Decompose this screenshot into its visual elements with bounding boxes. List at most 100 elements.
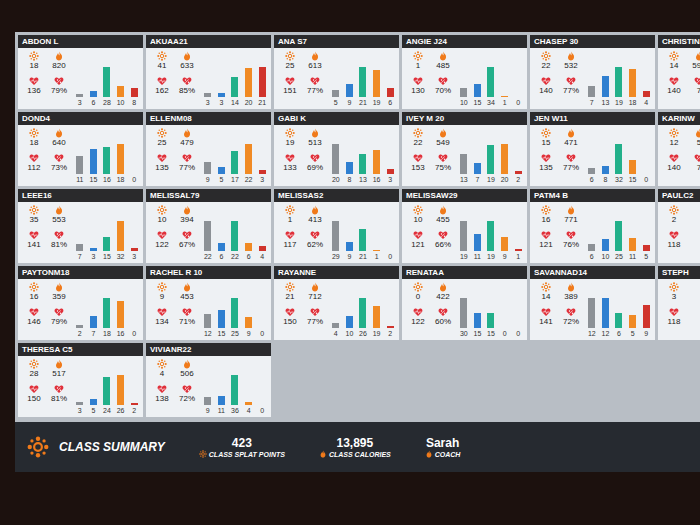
splat-points-value: 10 [414, 215, 423, 225]
zone-minutes: 21 [357, 98, 369, 107]
zone-bars [74, 142, 140, 174]
zone-minutes: 16 [371, 175, 383, 184]
zone-track [256, 142, 268, 174]
heart-percent-icon [54, 230, 64, 240]
splat-icon [285, 51, 295, 61]
zone-bar [615, 313, 622, 328]
card-body: 1951313369%20813163 [274, 125, 399, 186]
splat-icon [285, 205, 295, 215]
zone-chart: 10153410 [458, 51, 524, 107]
zone-bar [629, 69, 636, 97]
heart-rate-stat: 130 [406, 76, 430, 100]
orangetheory-logo-icon [27, 436, 49, 458]
heart-percent-icon [182, 230, 192, 240]
zone-track [371, 65, 383, 97]
zone-track [115, 219, 127, 251]
splat-icon [541, 282, 551, 292]
zone-track [600, 219, 612, 251]
calories-stat: 513 [303, 128, 327, 152]
zone-track [229, 296, 241, 328]
zone-labels: 111516180 [74, 175, 140, 184]
zone-track [74, 373, 86, 405]
class-splat-points: 423CLASS SPLAT POINTS [199, 436, 285, 458]
splat-points-value: 9 [160, 292, 164, 302]
stats: 3555314181% [22, 205, 71, 261]
member-name: PATM4 B [530, 189, 655, 202]
card-body: 2254915375%13719202 [402, 125, 527, 186]
zone-minutes: 0 [128, 175, 140, 184]
member-card: PATM4 B1677112176%61025115 [530, 189, 655, 263]
zone-track [115, 65, 127, 97]
heart-percent-icon [566, 230, 576, 240]
summary-title-text: CLASS SUMMARY [59, 440, 165, 454]
calories-stat: 359 [47, 282, 71, 306]
stats: 945313471% [150, 282, 199, 338]
zone-minutes: 0 [499, 329, 511, 338]
max-hr-percent-value: 7 [697, 163, 700, 173]
max-hr-percent-value: 81% [51, 240, 67, 250]
card-body: 4163316285%33142021 [146, 48, 271, 109]
heart-rate-value: 121 [539, 240, 552, 250]
stats: 1951313369% [278, 128, 327, 184]
zone-labels: 1212659 [586, 329, 652, 338]
member-card: ABDON L1882013679%3628108 [18, 35, 143, 109]
heart-rate-icon [669, 307, 679, 317]
zone-labels: 61025115 [586, 252, 652, 261]
heart-percent-icon [182, 384, 192, 394]
zone-track [115, 373, 127, 405]
zone-bar [231, 221, 238, 251]
splat-icon [29, 359, 39, 369]
splat-points-value: 35 [30, 215, 39, 225]
splat-points-stat: 16 [22, 282, 46, 306]
zone-minutes: 10 [344, 329, 356, 338]
zone-minutes: 12 [202, 329, 214, 338]
splat-icon [669, 128, 679, 138]
heart-rate-icon [413, 76, 423, 86]
zone-bar [90, 91, 97, 97]
splat-points-stat: 2 [662, 205, 686, 229]
class-splat-points-label: CLASS SPLAT POINTS [199, 450, 285, 458]
zone-bar [117, 301, 124, 328]
zone-minutes: 9 [499, 252, 511, 261]
flame-icon [694, 51, 700, 61]
zone-track [256, 65, 268, 97]
splat-icon [199, 450, 207, 458]
splat-points-stat: 4 [150, 359, 174, 383]
zone-track [499, 65, 511, 97]
zone-chart: 1212659 [586, 282, 652, 338]
zone-bar [218, 93, 225, 97]
flame-icon [310, 128, 320, 138]
splat-icon [669, 51, 679, 61]
zone-bar [373, 70, 380, 97]
splat-icon [29, 128, 39, 138]
zone-track [243, 142, 255, 174]
max-hr-percent-stat: 72% [175, 384, 199, 408]
calories-value: 5 [697, 138, 700, 148]
zone-minutes: 20 [330, 175, 342, 184]
flame-icon [54, 51, 64, 61]
zone-track [229, 65, 241, 97]
zone-track [640, 142, 652, 174]
zone-track [115, 296, 127, 328]
zone-bar [76, 156, 83, 174]
zone-minutes: 20 [243, 98, 255, 107]
splat-icon [413, 282, 423, 292]
zone-bar [231, 298, 238, 328]
max-hr-percent-value: 69% [307, 163, 323, 173]
splat-points-value: 2 [672, 215, 676, 225]
member-name: RACHEL R 10 [146, 266, 271, 279]
member-card: IVEY M 202254915375%13719202 [402, 112, 527, 186]
zone-labels: 2718160 [74, 329, 140, 338]
zone-track [74, 296, 86, 328]
zone-track [472, 296, 484, 328]
heart-rate-stat: 141 [22, 230, 46, 254]
zone-chart: 6832150 [586, 128, 652, 184]
zone-labels: 9517223 [202, 175, 268, 184]
zone-minutes: 15 [472, 329, 484, 338]
zone-chart: 41026192 [330, 282, 396, 338]
zone-labels: 71319184 [586, 98, 652, 107]
card-body: 2118 [658, 202, 700, 263]
zone-bar [332, 144, 339, 174]
zone-bar [643, 245, 650, 251]
